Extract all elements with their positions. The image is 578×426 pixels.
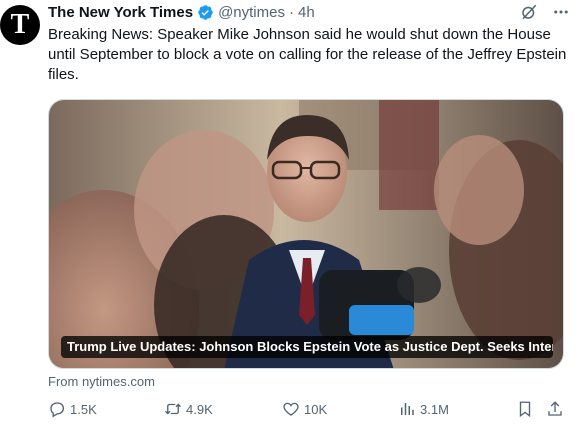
repost-button[interactable]: 4.9K	[164, 400, 213, 418]
heart-icon	[283, 402, 299, 416]
card-source[interactable]: From nytimes.com	[48, 374, 155, 389]
bookmark-icon	[519, 401, 531, 418]
reply-button[interactable]: 1.5K	[48, 400, 97, 418]
share-icon	[548, 401, 562, 416]
author-name[interactable]: The New York Times	[48, 4, 193, 21]
views-icon	[401, 403, 414, 415]
grok-icon[interactable]	[520, 3, 538, 21]
more-icon[interactable]	[552, 3, 570, 21]
tweet-text: Breaking News: Speaker Mike Johnson said…	[48, 26, 567, 83]
top-actions	[520, 3, 570, 21]
share-button[interactable]	[546, 400, 564, 418]
separator-dot: ·	[288, 3, 294, 21]
views-count: 3.1M	[420, 401, 449, 417]
timestamp[interactable]: 4h	[298, 4, 315, 21]
reply-icon	[50, 402, 65, 418]
repost-count: 4.9K	[186, 401, 213, 417]
card-photo	[49, 100, 563, 368]
reply-count: 1.5K	[70, 401, 97, 417]
bookmark-button[interactable]	[516, 400, 534, 418]
repost-icon	[165, 403, 181, 415]
link-card[interactable]: Trump Live Updates: Johnson Blocks Epste…	[48, 99, 564, 369]
action-bar: 1.5K 4.9K 10K 3.1M	[48, 400, 568, 422]
like-button[interactable]: 10K	[282, 400, 327, 418]
avatar-glyph: T	[10, 9, 30, 40]
card-headline: Trump Live Updates: Johnson Blocks Epste…	[61, 336, 553, 358]
author-handle[interactable]: @nytimes	[218, 4, 285, 21]
avatar[interactable]: T	[0, 5, 40, 45]
like-count: 10K	[304, 401, 328, 417]
views-button[interactable]: 3.1M	[398, 400, 449, 418]
tweet-header: The New York Times @nytimes · 4h	[48, 2, 315, 22]
verified-badge-icon[interactable]	[197, 4, 214, 21]
